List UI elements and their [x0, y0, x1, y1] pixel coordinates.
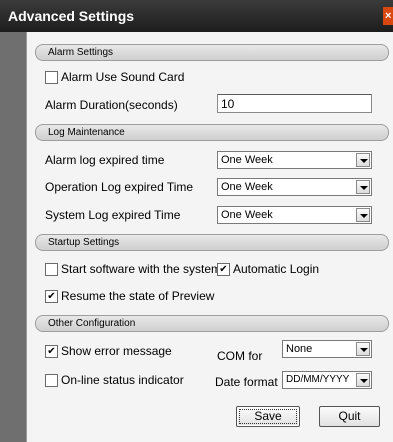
start-with-system-checkbox[interactable]	[45, 263, 58, 276]
chevron-down-icon[interactable]	[356, 342, 370, 356]
alarm-duration-label: Alarm Duration(seconds)	[45, 98, 178, 112]
save-button[interactable]: Save	[236, 406, 300, 427]
alarm-log-label: Alarm log expired time	[45, 153, 165, 167]
chevron-down-icon[interactable]	[356, 373, 370, 387]
select-value: One Week	[221, 154, 273, 166]
system-log-select[interactable]: One Week	[217, 206, 372, 224]
section-header-startup: Startup Settings	[35, 234, 389, 251]
chevron-down-icon[interactable]	[356, 208, 370, 222]
dialog-title: Advanced Settings	[8, 8, 135, 24]
online-indicator-label: On-line status indicator	[61, 373, 184, 387]
section-header-alarm: Alarm Settings	[35, 44, 389, 61]
close-icon[interactable]: ×	[383, 7, 393, 25]
section-title: Other Configuration	[48, 318, 136, 329]
chevron-down-icon[interactable]	[356, 180, 370, 194]
resume-preview-checkbox[interactable]: ✔	[45, 290, 58, 303]
title-bar: Advanced Settings ×	[0, 0, 393, 32]
date-format-label: Date format	[215, 375, 278, 389]
start-with-system-label: Start software with the system	[61, 262, 222, 276]
alarm-sound-card-label: Alarm Use Sound Card	[61, 70, 185, 84]
section-header-log: Log Maintenance	[35, 124, 389, 141]
show-error-label: Show error message	[61, 344, 172, 358]
section-header-other: Other Configuration	[35, 315, 389, 332]
online-indicator-checkbox[interactable]	[45, 374, 58, 387]
system-log-label: System Log expired Time	[45, 208, 181, 222]
operation-log-select[interactable]: One Week	[217, 178, 372, 196]
select-value: One Week	[221, 209, 273, 221]
select-value: One Week	[221, 181, 273, 193]
chevron-down-icon[interactable]	[356, 153, 370, 167]
auto-login-label: Automatic Login	[233, 262, 320, 276]
quit-button[interactable]: Quit	[319, 406, 380, 427]
alarm-log-select[interactable]: One Week	[217, 151, 372, 169]
com-for-label: COM for	[217, 349, 263, 363]
date-format-select[interactable]: DD/MM/YYYY	[282, 371, 372, 389]
section-title: Alarm Settings	[48, 47, 114, 58]
com-for-select[interactable]: None	[282, 340, 372, 358]
alarm-sound-card-checkbox[interactable]	[45, 71, 58, 84]
section-title: Startup Settings	[48, 237, 120, 248]
select-value: None	[286, 343, 313, 355]
select-value: DD/MM/YYYY	[286, 374, 350, 385]
advanced-settings-dialog: Advanced Settings × Alarm Settings Alarm…	[0, 0, 393, 442]
alarm-duration-input[interactable]: 10	[217, 94, 372, 113]
resume-preview-label: Resume the state of Preview	[61, 289, 215, 303]
section-title: Log Maintenance	[48, 127, 125, 138]
show-error-checkbox[interactable]: ✔	[45, 345, 58, 358]
auto-login-checkbox[interactable]: ✔	[217, 263, 230, 276]
operation-log-label: Operation Log expired Time	[45, 180, 194, 194]
